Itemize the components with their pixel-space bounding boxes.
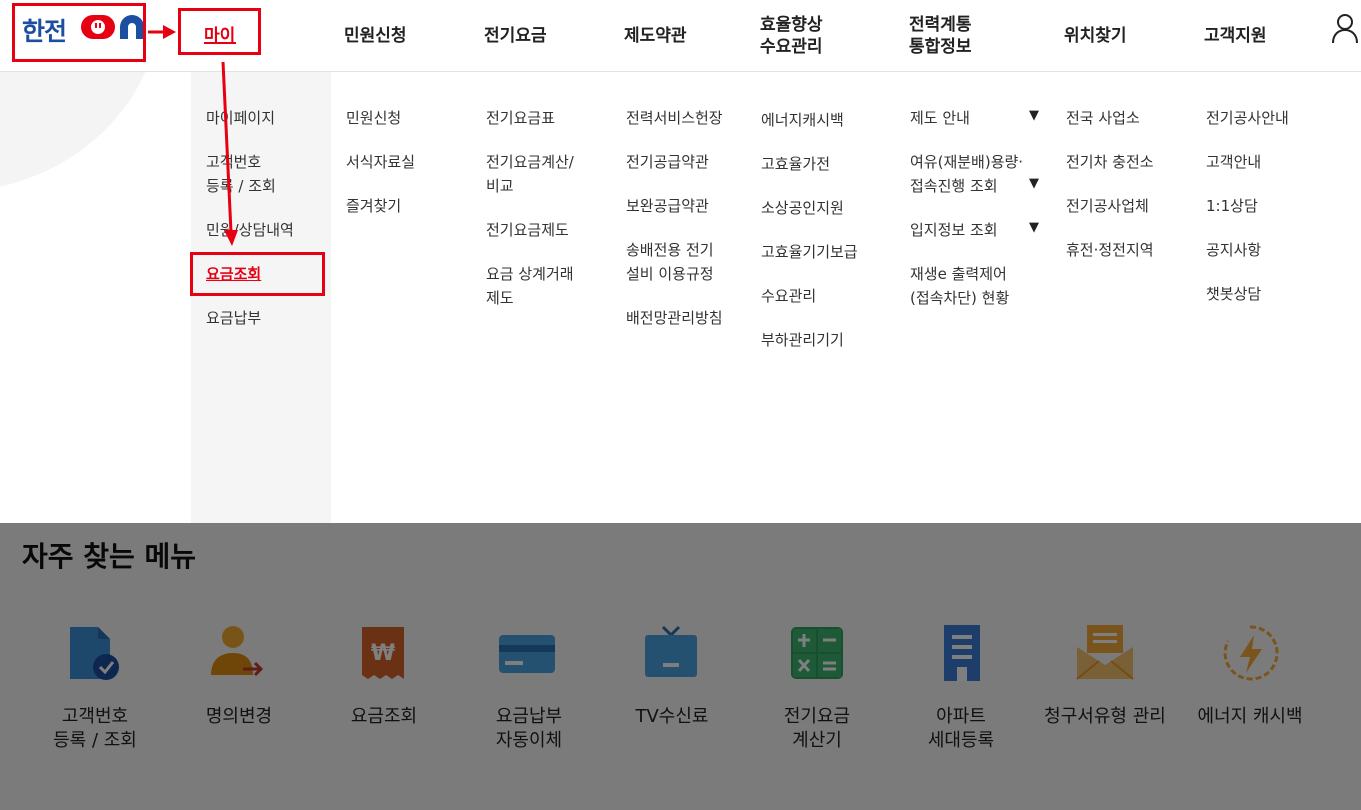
menu-chatbot[interactable]: 챗봇상담	[1206, 282, 1261, 306]
menu-backup-supply-terms[interactable]: 보완공급약관	[626, 194, 709, 218]
menu-efficient-device[interactable]: 고효율기기보급	[761, 240, 858, 264]
user-icon[interactable]	[1330, 12, 1360, 44]
nav-terms-label: 제도약관	[624, 26, 687, 46]
nav-civil-label: 민원신청	[344, 26, 407, 46]
menu-distribution-policy[interactable]: 배전망관리방침	[626, 306, 723, 330]
menu-demand-management[interactable]: 수요관리	[761, 284, 816, 308]
nav-grid[interactable]: 전력계통 통합정보	[909, 0, 972, 72]
menu-civil-apply[interactable]: 민원신청	[346, 106, 401, 130]
logo-text: 한전	[22, 17, 67, 46]
nav-grid-label-1: 전력계통	[909, 15, 972, 35]
menu-system-guide[interactable]: 제도 안내	[910, 106, 970, 130]
menu-rate-table[interactable]: 전기요금표	[486, 106, 555, 130]
decorative-circle	[0, 72, 160, 192]
nav-terms[interactable]: 제도약관	[624, 0, 687, 72]
menu-transmission-rules-2[interactable]: 설비 이용규정	[626, 262, 714, 286]
menu-capacity-1[interactable]: 여유(재분배)용량·	[910, 150, 1023, 174]
nav-efficiency[interactable]: 효율향상 수요관리	[760, 0, 823, 72]
nav-bill[interactable]: 전기요금	[484, 0, 547, 72]
menu-rate-calc-1[interactable]: 전기요금계산/	[486, 150, 574, 174]
nav-efficiency-label-2: 수요관리	[760, 37, 823, 57]
chevron-down-icon[interactable]: ▼	[1029, 108, 1039, 123]
menu-contractors[interactable]: 전기공사업체	[1066, 194, 1149, 218]
nav-support[interactable]: 고객지원	[1204, 0, 1267, 72]
menu-supply-terms[interactable]: 전기공급약관	[626, 150, 709, 174]
dim-overlay[interactable]	[0, 523, 1361, 810]
chevron-down-icon[interactable]: ▼	[1029, 220, 1039, 235]
nav-civil[interactable]: 민원신청	[344, 0, 407, 72]
kepco-on-logo[interactable]: 한전	[22, 12, 144, 46]
menu-bill-payment[interactable]: 요금납부	[206, 306, 261, 330]
menu-outage-areas[interactable]: 휴전·정전지역	[1066, 238, 1154, 262]
nav-mine-underline	[204, 42, 236, 44]
menu-small-business[interactable]: 소상공인지원	[761, 196, 844, 220]
menu-civil-history[interactable]: 민원/상담내역	[206, 218, 294, 242]
nav-grid-label-2: 통합정보	[909, 37, 972, 57]
menu-forms-library[interactable]: 서식자료실	[346, 150, 415, 174]
menu-capacity-2[interactable]: 접속진행 조회	[910, 174, 998, 198]
nav-location-label: 위치찾기	[1064, 26, 1127, 46]
menu-renewable-control-2[interactable]: (접속차단) 현황	[910, 286, 1009, 310]
menu-net-metering-2[interactable]: 제도	[486, 286, 514, 310]
menu-mypage[interactable]: 마이페이지	[206, 106, 275, 130]
nav-bill-label: 전기요금	[484, 26, 547, 46]
menu-ev-chargers[interactable]: 전기차 충전소	[1066, 150, 1154, 174]
menu-notices[interactable]: 공지사항	[1206, 238, 1261, 262]
chevron-down-icon[interactable]: ▼	[1029, 176, 1039, 191]
menu-customer-number-1[interactable]: 고객번호	[206, 150, 261, 174]
menu-efficient-appliance[interactable]: 고효율가전	[761, 152, 830, 176]
menu-site-info[interactable]: 입지정보 조회	[910, 218, 998, 242]
nav-location[interactable]: 위치찾기	[1064, 0, 1127, 72]
menu-customer-guide[interactable]: 고객안내	[1206, 150, 1261, 174]
menu-service-charter[interactable]: 전력서비스헌장	[626, 106, 723, 130]
mine-menu-column	[191, 72, 331, 523]
menu-bill-inquiry[interactable]: 요금조회	[206, 262, 261, 286]
nav-support-label: 고객지원	[1204, 26, 1267, 46]
top-header: 한전 마이 민원신청 전기요금 제도약관 효율향상 수요관리 전력계통 통합정보…	[0, 0, 1361, 72]
menu-transmission-rules-1[interactable]: 송배전용 전기	[626, 238, 714, 262]
menu-one-on-one[interactable]: 1:1상담	[1206, 194, 1258, 218]
mega-menu-dropdown: 마이페이지 고객번호 등록 / 조회 민원/상담내역 요금조회 요금납부 민원신…	[0, 72, 1361, 523]
menu-branch-offices[interactable]: 전국 사업소	[1066, 106, 1140, 130]
menu-rate-calc-2[interactable]: 비교	[486, 174, 514, 198]
nav-mine[interactable]: 마이	[204, 0, 235, 72]
menu-load-management[interactable]: 부하관리기기	[761, 328, 844, 352]
menu-favorites[interactable]: 즐겨찾기	[346, 194, 401, 218]
menu-net-metering-1[interactable]: 요금 상계거래	[486, 262, 574, 286]
logo-on-mark-icon	[81, 15, 144, 39]
menu-construction-guide[interactable]: 전기공사안내	[1206, 106, 1289, 130]
menu-renewable-control-1[interactable]: 재생e 출력제어	[910, 262, 1007, 286]
menu-rate-system[interactable]: 전기요금제도	[486, 218, 569, 242]
menu-energy-cashback[interactable]: 에너지캐시백	[761, 108, 844, 132]
nav-efficiency-label-1: 효율향상	[760, 15, 823, 35]
menu-customer-number-2[interactable]: 등록 / 조회	[206, 174, 276, 198]
